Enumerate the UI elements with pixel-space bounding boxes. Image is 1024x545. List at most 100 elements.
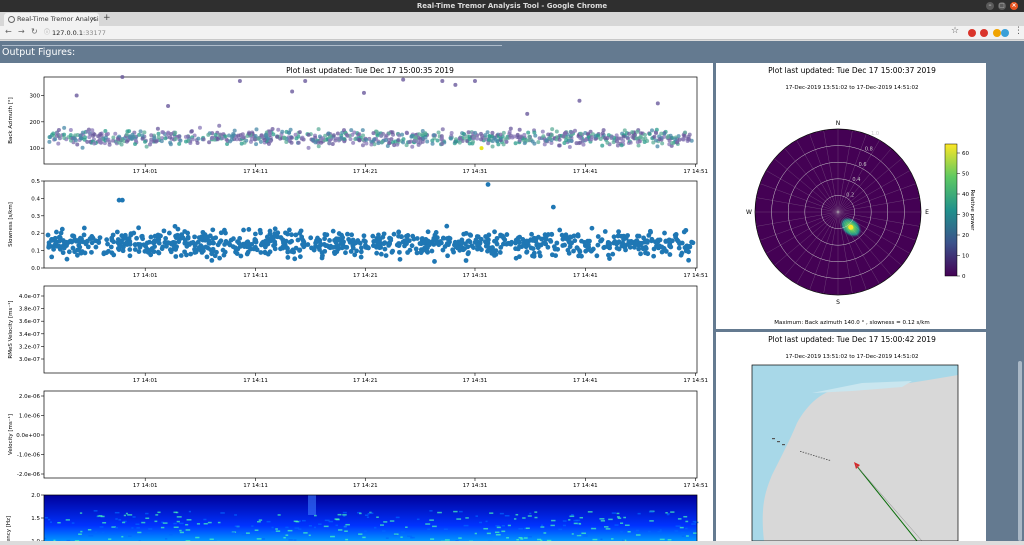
spectrogram-cell xyxy=(173,523,176,525)
data-point xyxy=(131,133,135,137)
address-bar[interactable]: ⓘ 127.0.0.1:33177 xyxy=(52,27,942,39)
data-point xyxy=(233,129,237,133)
spectrogram-cell xyxy=(111,533,115,535)
spectrogram-cell xyxy=(429,519,434,521)
info-icon[interactable]: ⓘ xyxy=(44,27,50,39)
spectrogram-cell xyxy=(234,514,237,516)
data-point xyxy=(98,132,102,136)
rmes-frame xyxy=(44,286,697,373)
data-point xyxy=(287,131,291,135)
spectrogram-cell xyxy=(257,521,261,523)
data-point xyxy=(282,136,286,140)
menu-icon[interactable]: ⋮ xyxy=(1014,26,1023,36)
data-point xyxy=(179,139,183,143)
close-window-button[interactable]: × xyxy=(1010,2,1018,10)
extension-icon[interactable] xyxy=(993,29,1001,37)
close-tab-icon[interactable]: × xyxy=(90,13,96,26)
data-point xyxy=(621,242,626,247)
tab-tremor-tool[interactable]: Real-Time Tremor Analysis × xyxy=(4,13,99,26)
data-point xyxy=(536,140,540,144)
data-point xyxy=(267,142,271,146)
data-point xyxy=(86,244,91,249)
spectrogram-cell xyxy=(163,522,168,524)
data-point xyxy=(317,144,321,148)
spectrogram-cell xyxy=(80,531,82,533)
data-point xyxy=(265,235,270,240)
data-point xyxy=(436,138,440,142)
radial-tick-label: 0.2 xyxy=(846,193,854,199)
data-point xyxy=(315,236,320,241)
data-point xyxy=(111,135,115,139)
spectrogram-cell xyxy=(628,531,631,533)
map-feature xyxy=(818,457,820,458)
window-title: Real-Time Tremor Analysis Tool - Google … xyxy=(417,2,607,10)
data-point xyxy=(168,136,172,140)
data-point xyxy=(59,231,64,236)
spectrogram-cell xyxy=(127,514,132,516)
data-point xyxy=(349,137,353,141)
data-point xyxy=(445,253,450,258)
spectrogram-cell xyxy=(330,536,335,538)
data-point xyxy=(173,131,177,135)
data-point xyxy=(331,229,336,234)
window-titlebar: Real-Time Tremor Analysis Tool - Google … xyxy=(0,0,1024,12)
data-point xyxy=(219,238,224,243)
extension-icon[interactable] xyxy=(1001,29,1009,37)
data-point xyxy=(479,137,483,141)
spectrogram-cell xyxy=(676,525,681,527)
spectrogram-cell xyxy=(295,527,299,529)
star-icon[interactable]: ☆ xyxy=(951,26,959,36)
data-point xyxy=(82,233,87,238)
data-point xyxy=(599,239,604,244)
data-point xyxy=(691,240,696,245)
spectrogram-cell xyxy=(668,539,672,541)
data-point xyxy=(544,235,549,240)
data-point xyxy=(390,130,394,134)
reload-icon[interactable]: ↻ xyxy=(31,27,38,36)
data-point xyxy=(247,132,251,136)
data-point xyxy=(217,256,222,261)
scrollbar-thumb[interactable] xyxy=(1018,361,1022,541)
extension-icon[interactable] xyxy=(980,29,988,37)
data-point xyxy=(115,230,120,235)
data-point xyxy=(680,251,685,256)
spectrogram-cell xyxy=(573,520,578,522)
maximize-button[interactable]: □ xyxy=(998,2,1006,10)
data-point xyxy=(379,134,383,138)
data-point xyxy=(541,134,545,138)
data-point xyxy=(361,143,365,147)
data-point xyxy=(387,240,392,245)
spectrogram-cell xyxy=(508,525,511,527)
minimize-button[interactable]: – xyxy=(986,2,994,10)
data-point xyxy=(111,253,116,258)
new-tab-button[interactable]: + xyxy=(103,13,111,23)
spectrogram-cell xyxy=(550,525,554,527)
spectrogram-cell xyxy=(257,538,262,540)
page-heading: Output Figures: xyxy=(2,47,75,58)
spectrogram-cell xyxy=(486,521,488,523)
spectrogram-cell xyxy=(390,520,394,522)
data-point xyxy=(138,242,143,247)
spectrogram-cell xyxy=(318,523,321,525)
y-tick-label: 300 xyxy=(30,93,41,99)
x-tick-label: 17 14:11 xyxy=(243,169,268,175)
x-tick-label: 17 14:31 xyxy=(463,169,488,175)
y-tick-label: 0.0e+00 xyxy=(16,433,40,439)
arrow-right-icon[interactable]: → xyxy=(18,27,25,36)
data-point xyxy=(134,236,139,241)
data-point xyxy=(357,138,361,142)
data-point xyxy=(102,250,107,255)
data-point xyxy=(303,79,307,83)
data-point xyxy=(299,236,304,241)
spectrogram-cell xyxy=(94,510,98,512)
spectrogram-cell xyxy=(674,530,678,532)
extension-icon[interactable] xyxy=(968,29,976,37)
spectrogram-cell xyxy=(335,518,340,520)
spectrogram-cell xyxy=(516,539,519,541)
data-point xyxy=(213,235,218,240)
arrow-left-icon[interactable]: ← xyxy=(5,27,12,36)
data-point xyxy=(69,133,73,137)
data-point xyxy=(179,232,184,237)
y-tick-label: 0.2 xyxy=(31,231,40,237)
spectrogram-cell xyxy=(620,531,623,533)
